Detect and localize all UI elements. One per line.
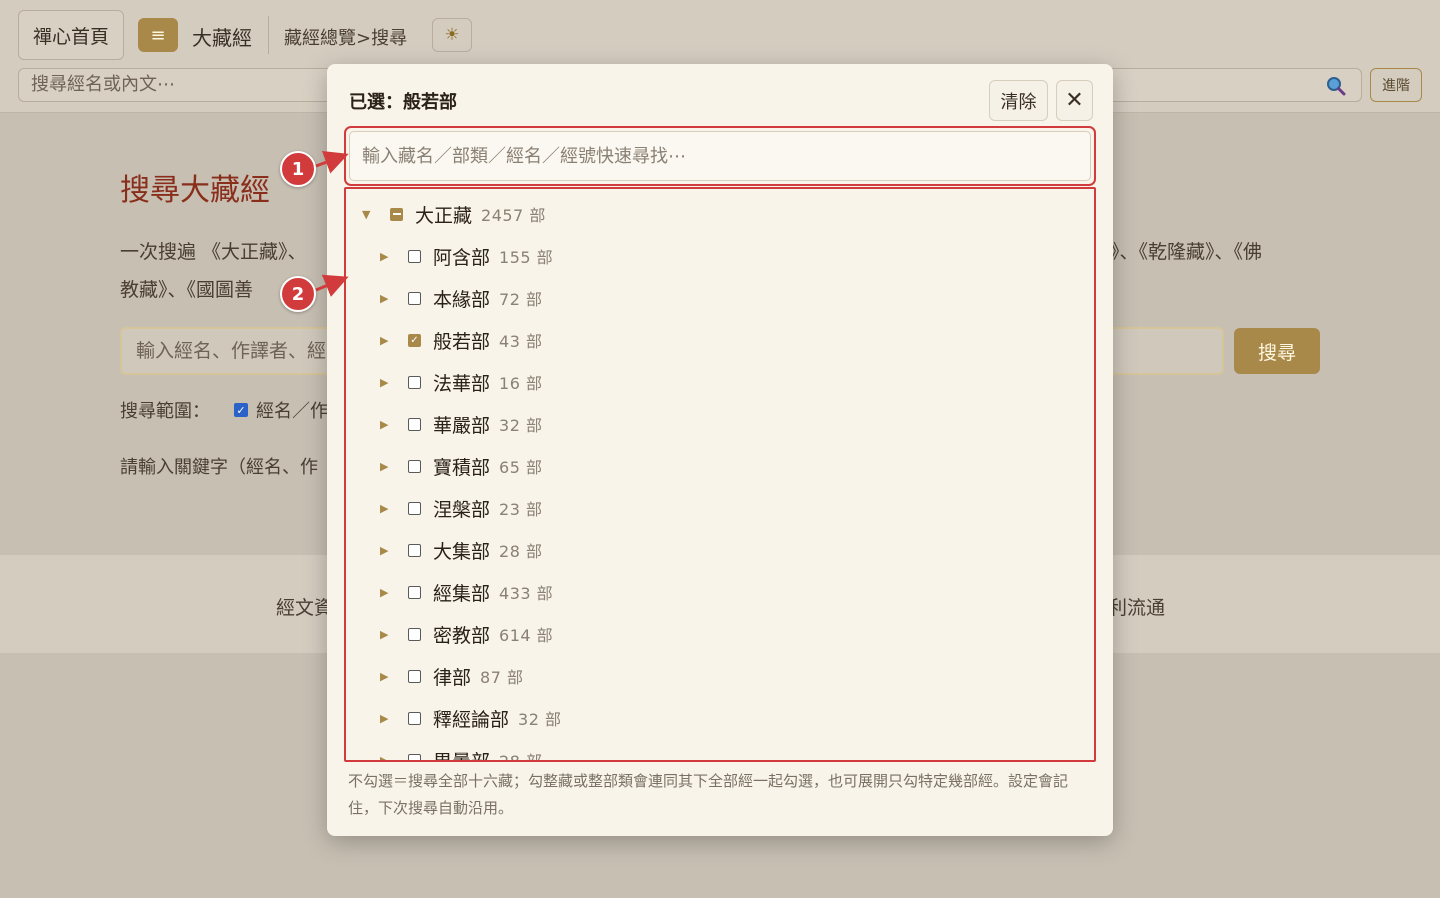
- expand-right-icon[interactable]: ▶: [380, 334, 394, 347]
- expand-right-icon[interactable]: ▶: [380, 628, 394, 641]
- expand-right-icon[interactable]: ▶: [380, 586, 394, 599]
- theme-toggle-icon[interactable]: ☀: [432, 18, 472, 52]
- tree-item[interactable]: ▶ 釋經論部 32 部: [380, 697, 561, 739]
- tree-item-count: 43 部: [499, 332, 543, 351]
- tree-item-label: 密教部: [433, 624, 491, 647]
- tree-item-label: 毘曇部: [433, 750, 491, 762]
- expand-right-icon[interactable]: ▶: [380, 544, 394, 557]
- tree-item[interactable]: ▶ ✓ 般若部 43 部: [380, 319, 542, 361]
- tree-item[interactable]: ▶ 寶積部 65 部: [380, 445, 542, 487]
- search-icon[interactable]: [1326, 76, 1346, 96]
- expand-right-icon[interactable]: ▶: [380, 670, 394, 683]
- tree-item-label: 經集部: [433, 582, 491, 605]
- breadcrumb: 藏經總覽>搜尋: [284, 28, 408, 49]
- tree-item[interactable]: ▶ 經集部 433 部: [380, 571, 553, 613]
- tree-item-label: 寶積部: [433, 456, 491, 479]
- expand-right-icon[interactable]: ▶: [380, 376, 394, 389]
- tree-item-label: 法華部: [433, 372, 491, 395]
- tree-item-label: 華嚴部: [433, 414, 491, 437]
- category-tree: ▼ 大正藏 2457 部 ▶ 阿含部 155 部 ▶ 本緣部 72 部 ▶ ✓ 般若部 43 部 ▶…: [344, 187, 1096, 762]
- tree-item-label: 阿含部: [433, 246, 491, 269]
- tree-item-count: 72 部: [499, 290, 543, 309]
- scope-label: 搜尋範圍：: [120, 401, 210, 422]
- tree-item-checkbox[interactable]: [408, 459, 421, 473]
- expand-right-icon[interactable]: ▶: [380, 292, 394, 305]
- collection-filter-dialog: 已選：般若部 清除 ✕ 輸入藏名／部類／經名／經號快速尋找⋯ ▼ 大正藏 245…: [327, 64, 1113, 836]
- tree-item-checkbox[interactable]: [408, 627, 421, 641]
- tree-item-checkbox[interactable]: [408, 375, 421, 389]
- band-right-text: 利流通: [1108, 597, 1166, 619]
- tree-item-checkbox[interactable]: [408, 669, 421, 683]
- tree-item[interactable]: ▶ 毘曇部 28 部: [380, 739, 543, 762]
- search-scope: 搜尋範圍： ✓ 經名／作: [120, 397, 328, 423]
- tree-item-checkbox[interactable]: [408, 543, 421, 557]
- menu-icon[interactable]: ≡: [138, 18, 178, 52]
- brand-title[interactable]: 大藏經: [192, 22, 252, 51]
- expand-right-icon[interactable]: ▶: [380, 502, 394, 515]
- tree-item-label: 本緣部: [433, 288, 491, 311]
- tree-item-checkbox[interactable]: [408, 585, 421, 599]
- tree-item-count: 155 部: [499, 248, 554, 267]
- tree-item[interactable]: ▶ 本緣部 72 部: [380, 277, 542, 319]
- hint-text: 請輸入關鍵字（經名、作: [120, 457, 318, 478]
- tree-item-count: 65 部: [499, 458, 543, 477]
- tree-item-checkbox[interactable]: [408, 753, 421, 760]
- intro-line-1-right: 》、《乾隆藏》、《佛: [1110, 241, 1263, 263]
- scope-checkbox[interactable]: ✓: [234, 403, 248, 417]
- tree-item-count: 614 部: [499, 626, 554, 645]
- tree-item[interactable]: ▶ 阿含部 155 部: [380, 235, 553, 277]
- tree-item[interactable]: ▶ 華嚴部 32 部: [380, 403, 542, 445]
- dialog-footnote: 不勾選＝搜尋全部十六藏；勾整藏或整部類會連同其下全部經一起勾選，也可展開只勾特定…: [348, 772, 1069, 817]
- tree-item-label: 涅槃部: [433, 498, 491, 521]
- expand-right-icon[interactable]: ▶: [380, 418, 394, 431]
- tree-root-checkbox[interactable]: [390, 207, 403, 221]
- tree-root-count: 2457 部: [481, 206, 546, 225]
- tree-item-label: 大集部: [433, 540, 491, 563]
- close-icon[interactable]: ✕: [1056, 80, 1093, 121]
- divider: [268, 16, 269, 54]
- advanced-search-button[interactable]: 進階: [1370, 68, 1422, 102]
- tree-item[interactable]: ▶ 涅槃部 23 部: [380, 487, 542, 529]
- tree-root[interactable]: ▼ 大正藏 2457 部: [362, 193, 546, 235]
- expand-right-icon[interactable]: ▶: [380, 250, 394, 263]
- tree-item-count: 28 部: [499, 542, 543, 561]
- search-button[interactable]: 搜尋: [1234, 328, 1320, 374]
- band-left-text: 經文資: [276, 597, 334, 619]
- scope-option-label: 經名／作: [256, 401, 328, 422]
- tree-item[interactable]: ▶ 大集部 28 部: [380, 529, 542, 571]
- tree-item-checkbox[interactable]: ✓: [408, 333, 421, 347]
- tree-item-label: 律部: [433, 666, 472, 689]
- tree-item-count: 16 部: [499, 374, 543, 393]
- tree-item[interactable]: ▶ 密教部 614 部: [380, 613, 553, 655]
- tree-item-count: 28 部: [499, 752, 543, 762]
- tree-item-count: 23 部: [499, 500, 543, 519]
- callout-badge-1: 1: [280, 151, 316, 187]
- filter-input[interactable]: 輸入藏名／部類／經名／經號快速尋找⋯: [349, 131, 1091, 181]
- expand-right-icon[interactable]: ▶: [380, 754, 394, 761]
- tree-item-checkbox[interactable]: [408, 711, 421, 725]
- callout-badge-2: 2: [280, 276, 316, 312]
- tree-item-checkbox[interactable]: [408, 501, 421, 515]
- tree-item-count: 87 部: [480, 668, 524, 687]
- tree-item-count: 32 部: [518, 710, 562, 729]
- tree-item-checkbox[interactable]: [408, 249, 421, 263]
- tree-item[interactable]: ▶ 法華部 16 部: [380, 361, 542, 403]
- expand-right-icon[interactable]: ▶: [380, 712, 394, 725]
- tree-item-count: 433 部: [499, 584, 554, 603]
- filter-highlight: 輸入藏名／部類／經名／經號快速尋找⋯: [344, 126, 1096, 186]
- tree-item-label: 釋經論部: [433, 708, 510, 731]
- tree-root-label: 大正藏: [415, 204, 473, 227]
- tree-item-checkbox[interactable]: [408, 417, 421, 431]
- clear-button[interactable]: 清除: [989, 80, 1048, 121]
- expand-right-icon[interactable]: ▶: [380, 460, 394, 473]
- tree-item-count: 32 部: [499, 416, 543, 435]
- expand-down-icon[interactable]: ▼: [362, 208, 376, 221]
- dialog-title: 已選：般若部: [349, 92, 457, 113]
- tree-item-checkbox[interactable]: [408, 291, 421, 305]
- tree-item-label: 般若部: [433, 330, 491, 353]
- page-title: 搜尋大藏經: [120, 173, 270, 208]
- home-button[interactable]: 禪心首頁: [18, 10, 124, 60]
- tree-item[interactable]: ▶ 律部 87 部: [380, 655, 523, 697]
